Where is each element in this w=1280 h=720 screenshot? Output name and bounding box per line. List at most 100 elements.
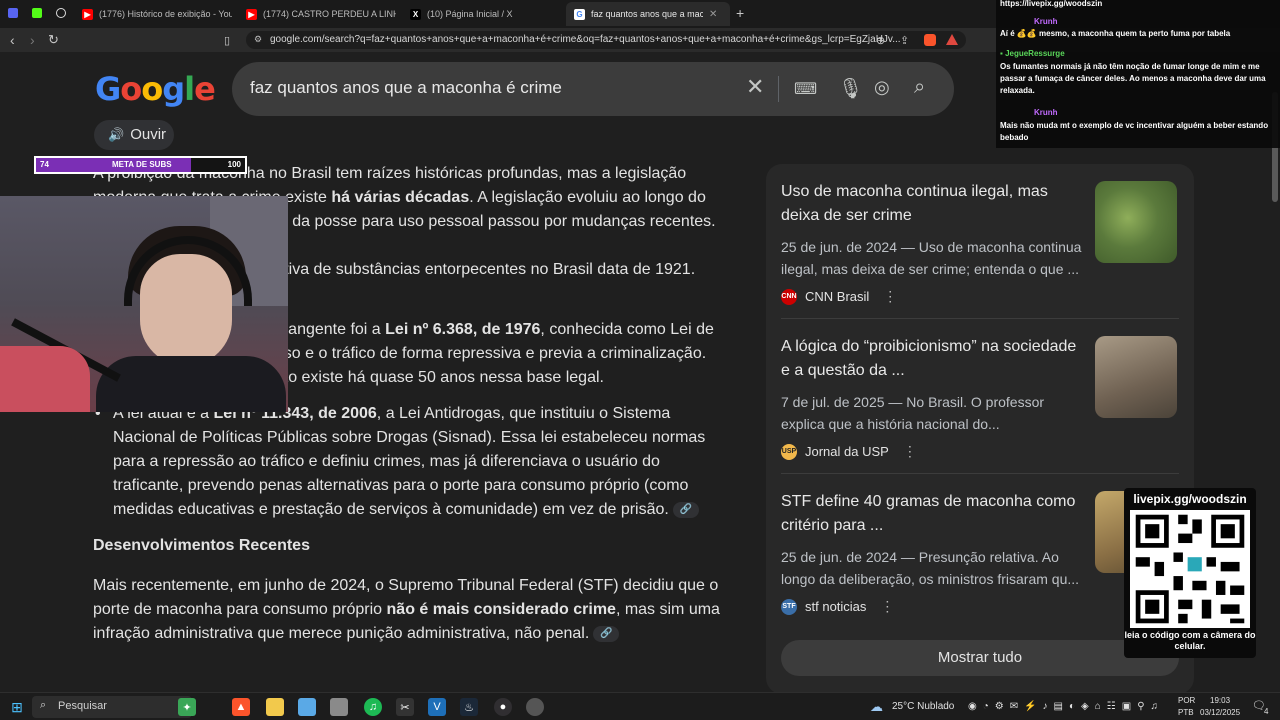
tab-label: faz quantos anos que a maconha... xyxy=(591,9,703,19)
source-thumbnail[interactable] xyxy=(1095,336,1177,418)
brave-icon[interactable]: ▲ xyxy=(232,698,250,716)
more-options-icon[interactable]: ⋮ xyxy=(903,443,917,460)
source-title[interactable]: Uso de maconha continua ilegal, mas deix… xyxy=(781,180,1081,228)
weather-icon[interactable]: ☁ xyxy=(870,699,883,715)
back-icon[interactable]: ‹ xyxy=(10,32,15,48)
qr-caption: leia o código com a câmera do celular. xyxy=(1124,630,1256,651)
language-indicator[interactable]: POR xyxy=(1178,696,1195,705)
streamer-body xyxy=(96,356,286,412)
language-indicator-2[interactable]: PTB xyxy=(1178,708,1194,717)
app-icon[interactable] xyxy=(526,698,544,716)
source-link-icon[interactable]: 🔗 xyxy=(672,501,699,518)
chat-username: Krunh xyxy=(1034,17,1058,26)
source-thumbnail[interactable] xyxy=(1095,181,1177,263)
microphone-icon[interactable]: 🎙 xyxy=(838,76,863,101)
source-snippet: 25 de jun. de 2024 — Presunção relativa.… xyxy=(781,549,1080,587)
taskbar-search-placeholder: Pesquisar xyxy=(58,700,107,712)
more-options-icon[interactable]: ⋮ xyxy=(880,598,894,615)
zoom-icon[interactable]: ⊕ xyxy=(876,34,885,47)
divider xyxy=(781,473,1179,474)
bold-text: Lei nº 6.368, de 1976 xyxy=(385,321,541,338)
google-icon: G xyxy=(574,8,585,20)
source-name: stf noticias xyxy=(805,599,867,614)
source-title[interactable]: A lógica do “proibicionismo” na sociedad… xyxy=(781,335,1081,383)
source-snippet: 25 de jun. de 2024 — Uso de maconha cont… xyxy=(781,239,1082,277)
app-icon[interactable] xyxy=(330,698,348,716)
stream-chat-overlay: https://livepix.gg/woodszin Krunh Aí é 💰… xyxy=(996,0,1280,148)
bookmark-icon[interactable]: ▯ xyxy=(224,34,230,47)
listen-button[interactable]: 🔊 Ouvir xyxy=(94,120,174,150)
chat-username: Krunh xyxy=(1034,108,1058,117)
divider xyxy=(781,318,1179,319)
source-title[interactable]: STF define 40 gramas de maconha como cri… xyxy=(781,490,1081,538)
brave-rewards-icon[interactable] xyxy=(946,34,958,45)
usp-icon: USP xyxy=(781,443,797,460)
tab-google-search[interactable]: G faz quantos anos que a maconha... ✕ xyxy=(566,2,730,26)
search-box[interactable]: faz quantos anos que a maconha é crime ✕… xyxy=(232,62,954,116)
source-name: CNN Brasil xyxy=(805,289,870,304)
tab-youtube-history[interactable]: ▶ (1776) Histórico de exibição - YouTube xyxy=(82,4,232,24)
browser-menu-icon[interactable] xyxy=(8,8,18,18)
share-icon[interactable]: ⇪ xyxy=(900,34,909,47)
keyboard-icon[interactable]: ⌨ xyxy=(794,79,817,99)
app-icon[interactable] xyxy=(298,698,316,716)
close-tab-icon[interactable]: ✕ xyxy=(709,9,717,20)
kick-icon[interactable] xyxy=(32,8,42,18)
visual-studio-icon[interactable]: V xyxy=(428,698,446,716)
chat-message-text: Aí é 💰💰 mesmo, a maconha quem ta perto f… xyxy=(1000,29,1231,38)
tray-icons[interactable]: ◉◔⚙✉⚡♪▤◐◈⌂☷▣⚲♫ xyxy=(968,701,1164,712)
source-snippet: 7 de jul. de 2025 — No Brasil. O profess… xyxy=(781,394,1045,432)
spotify-icon[interactable]: ♫ xyxy=(364,698,382,716)
source-site: STF stf noticias ⋮ xyxy=(781,598,1181,615)
chat-message: Krunh xyxy=(1000,107,1276,119)
tab-label: (1776) Histórico de exibição - YouTube xyxy=(99,9,232,19)
tab-label: (10) Página Inicial / X xyxy=(427,9,513,19)
source-card[interactable]: A lógica do “proibicionismo” na sociedad… xyxy=(781,335,1181,460)
notification-count: 4 xyxy=(1264,707,1269,716)
youtube-icon: ▶ xyxy=(246,8,257,20)
subs-goal: 100 xyxy=(227,160,241,169)
source-link-icon[interactable]: 🔗 xyxy=(593,625,620,642)
taskbar-search[interactable]: ⌕ Pesquisar xyxy=(32,696,192,718)
tab-x-home[interactable]: X (10) Página Inicial / X xyxy=(410,4,560,24)
search-input[interactable]: faz quantos anos que a maconha é crime xyxy=(250,78,562,98)
file-explorer-icon[interactable] xyxy=(266,698,284,716)
chat-message-text: Mais não muda mt o exemplo de vc incenti… xyxy=(1000,121,1269,142)
source-card[interactable]: STF define 40 gramas de maconha como cri… xyxy=(781,490,1181,615)
capcut-icon[interactable]: ✂ xyxy=(396,698,414,716)
qr-title: livepix.gg/woodszin xyxy=(1133,492,1247,506)
show-all-button[interactable]: Mostrar tudo xyxy=(781,640,1179,676)
google-logo[interactable]: Google xyxy=(95,70,216,108)
forward-icon[interactable]: › xyxy=(30,32,35,48)
webcam-feed xyxy=(0,196,288,412)
new-tab-button[interactable]: + xyxy=(736,5,744,21)
speaker-icon: 🔊 xyxy=(108,127,125,142)
weather-text[interactable]: 25°C Nublado xyxy=(892,701,954,712)
reload-icon[interactable]: ↻ xyxy=(48,32,59,48)
obs-icon[interactable]: ● xyxy=(494,698,512,716)
clock-time[interactable]: 19:03 xyxy=(1210,696,1230,705)
clock-date[interactable]: 03/12/2025 xyxy=(1200,708,1240,717)
brave-shield-icon[interactable] xyxy=(924,34,936,46)
source-site: CNN CNN Brasil ⋮ xyxy=(781,288,1181,305)
source-card[interactable]: Uso de maconha continua ilegal, mas deix… xyxy=(781,180,1181,305)
youtube-icon: ▶ xyxy=(82,8,93,20)
source-name: Jornal da USP xyxy=(805,444,889,459)
tab-label: (1774) CASTRO PERDEU A LINHA EM... xyxy=(263,9,396,19)
site-info-icon[interactable]: ⚙ xyxy=(254,34,262,45)
clear-search-icon[interactable]: ✕ xyxy=(746,74,764,100)
chat-username: JegueRessurge xyxy=(1005,49,1065,58)
steam-icon[interactable]: ♨ xyxy=(460,698,478,716)
search-icon: ⌕ xyxy=(40,699,47,711)
tab-youtube-video[interactable]: ▶ (1774) CASTRO PERDEU A LINHA EM... xyxy=(246,4,396,24)
chatgpt-icon[interactable] xyxy=(56,8,66,18)
source-site: USP Jornal da USP ⋮ xyxy=(781,443,1181,460)
bold-text: há várias décadas xyxy=(331,189,470,206)
chat-message: ▪ JegueRessurge xyxy=(1000,48,1276,60)
widgets-icon[interactable]: ✦ xyxy=(178,698,196,716)
search-icon[interactable]: ⌕ xyxy=(914,76,925,99)
url-field[interactable]: ⚙ google.com/search?q=faz+quantos+anos+q… xyxy=(246,31,966,49)
lens-camera-icon[interactable]: ◎ xyxy=(874,77,890,98)
windows-start-icon[interactable]: ⊞ xyxy=(8,698,26,716)
more-options-icon[interactable]: ⋮ xyxy=(883,288,897,305)
